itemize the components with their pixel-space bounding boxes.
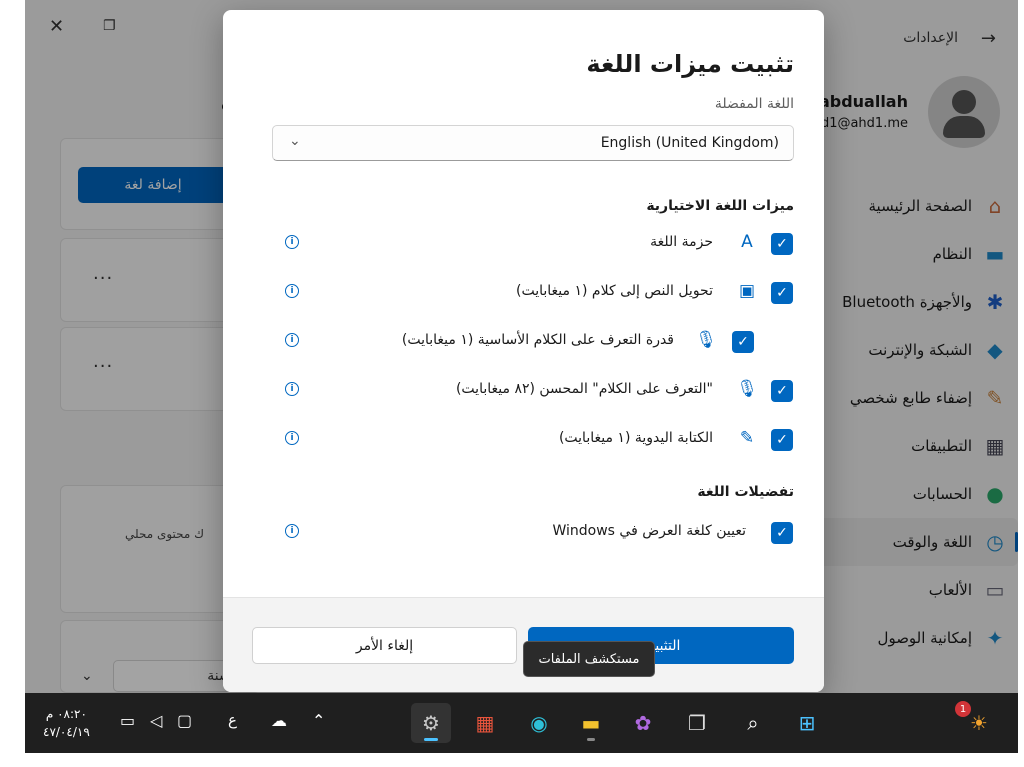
volume-muted-icon[interactable]: ◁ bbox=[150, 711, 162, 730]
edge-icon[interactable]: ◉ bbox=[519, 703, 559, 743]
feature-row: ✓ 🎙 "التعرف على الكلام" المحسن (٨٢ ميغاب… bbox=[223, 376, 824, 406]
optional-features-heading: ميزات اللغة الاختيارية bbox=[646, 198, 794, 214]
info-icon[interactable]: i bbox=[285, 235, 299, 249]
chevron-down-icon: ⌄ bbox=[289, 133, 301, 149]
feature-label: حزمة اللغة bbox=[650, 234, 713, 250]
feature-label: قدرة التعرف على الكلام الأساسية (١ ميغاب… bbox=[401, 332, 674, 348]
info-icon[interactable]: i bbox=[285, 382, 299, 396]
start-icon[interactable]: ⊞ bbox=[787, 703, 827, 743]
dialog-title: تثبيت ميزات اللغة bbox=[586, 50, 794, 78]
info-icon[interactable]: i bbox=[285, 524, 299, 538]
preferred-language-label: اللغة المفضلة bbox=[714, 96, 794, 112]
handwriting-checkbox[interactable]: ✓ bbox=[771, 429, 793, 451]
language-pack-checkbox[interactable]: ✓ bbox=[771, 233, 793, 255]
language-preferences-heading: تفضيلات اللغة bbox=[697, 484, 794, 500]
preferred-language-value: English (United Kingdom) bbox=[600, 135, 779, 151]
settings-icon[interactable]: ⚙ bbox=[411, 703, 451, 743]
handwriting-icon: ✎ bbox=[739, 428, 755, 448]
info-icon[interactable]: i bbox=[285, 284, 299, 298]
cancel-button[interactable]: إلغاء الأمر bbox=[252, 627, 517, 664]
text-to-speech-checkbox[interactable]: ✓ bbox=[771, 282, 793, 304]
onedrive-icon[interactable]: ☁ bbox=[271, 711, 287, 730]
info-icon[interactable]: i bbox=[285, 333, 299, 347]
search-icon[interactable]: ⌕ bbox=[733, 703, 773, 743]
microphone-icon: 🎙 bbox=[695, 330, 717, 350]
feature-label: "التعرف على الكلام" المحسن (٨٢ ميغابايت) bbox=[455, 381, 713, 397]
input-method-indicator[interactable]: ع bbox=[228, 711, 237, 729]
feature-label: تحويل النص إلى كلام (١ ميغابايت) bbox=[516, 283, 713, 299]
text-to-speech-icon: ▣ bbox=[738, 281, 756, 301]
feature-row: ✓ ✎ الكتابة اليدوية (١ ميغابايت) i bbox=[223, 425, 824, 455]
preference-row: ✓ تعيين كلغة العرض في Windows i bbox=[223, 518, 824, 548]
taskbar-clock[interactable]: ٠٨:٢٠ م ٤٧/٠٤/١٩ bbox=[43, 705, 90, 741]
task-view-icon[interactable]: ❐ bbox=[677, 703, 717, 743]
basic-speech-recognition-checkbox[interactable]: ✓ bbox=[732, 331, 754, 353]
file-explorer-tooltip: مستكشف الملفات bbox=[523, 641, 655, 677]
language-pack-icon: A bbox=[741, 232, 753, 252]
clock-date: ٤٧/٠٤/١٩ bbox=[43, 725, 90, 739]
taskbar: ٠٨:٢٠ م ٤٧/٠٤/١٩ ▭ ◁ ▢ ع ☁ ⌃ ⚙ ▦ ◉ ▬ ✿ ❐… bbox=[25, 693, 1018, 753]
feature-row: ✓ 🎙 قدرة التعرف على الكلام الأساسية (١ م… bbox=[223, 327, 824, 357]
preferred-language-select[interactable]: English (United Kingdom) ⌄ bbox=[272, 125, 794, 161]
copilot-icon[interactable]: ✿ bbox=[623, 703, 663, 743]
notification-badge: 1 bbox=[955, 701, 971, 717]
feature-row: ✓ ▣ تحويل النص إلى كلام (١ ميغابايت) i bbox=[223, 278, 824, 308]
clock-time: ٠٨:٢٠ م bbox=[45, 707, 87, 721]
feature-row: ✓ A حزمة اللغة i bbox=[223, 229, 824, 259]
set-display-language-checkbox[interactable]: ✓ bbox=[771, 522, 793, 544]
preference-label: تعيين كلغة العرض في Windows bbox=[552, 523, 746, 539]
widgets-icon[interactable]: ☀ 1 bbox=[955, 701, 999, 743]
enhanced-speech-recognition-checkbox[interactable]: ✓ bbox=[771, 380, 793, 402]
feature-label: الكتابة اليدوية (١ ميغابايت) bbox=[558, 430, 713, 446]
desktop-screen: ✕ ❐ → الإعدادات n abduallah hd1@ahd1.me … bbox=[25, 0, 1018, 753]
install-language-features-dialog: تثبيت ميزات اللغة اللغة المفضلة English … bbox=[223, 10, 824, 692]
chevron-up-icon[interactable]: ⌃ bbox=[312, 711, 325, 730]
file-explorer-icon[interactable]: ▬ bbox=[571, 703, 611, 743]
network-icon[interactable]: ▢ bbox=[177, 711, 192, 730]
battery-icon[interactable]: ▭ bbox=[120, 711, 135, 730]
info-icon[interactable]: i bbox=[285, 431, 299, 445]
microphone-icon: 🎙 bbox=[736, 379, 758, 399]
store-icon[interactable]: ▦ bbox=[465, 703, 505, 743]
